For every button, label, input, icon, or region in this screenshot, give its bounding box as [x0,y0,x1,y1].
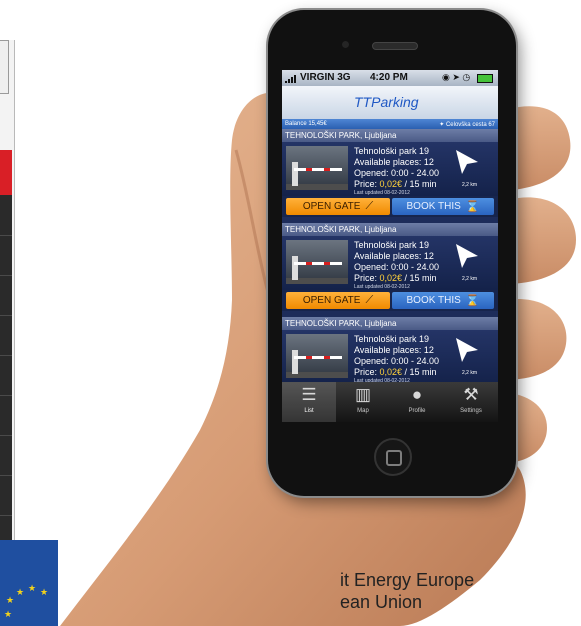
profile-icon: ● [411,385,423,404]
available-places: Available places: 12 [354,345,434,355]
location-text: Celovška cesta 67 [445,122,495,128]
home-button[interactable] [374,438,412,476]
parking-info: Tehnološki park 19 Available places: 12 … [354,334,439,384]
home-square-icon [386,450,402,466]
footer-text-line2: ean Union [340,592,423,612]
parking-card[interactable]: TEHNOLOŠKI PARK, Ljubljana Tehnološki pa… [282,223,498,317]
hourglass-icon: ⌛ [465,201,480,213]
card-header: TEHNOLOŠKI PARK, Ljubljana [282,317,498,330]
parking-name: Tehnološki park 19 [354,240,430,250]
footer-text-line1: it Energy Europe [340,570,475,590]
parking-photo [286,240,348,284]
card-body: Tehnološki park 19 Available places: 12 … [282,142,498,196]
book-this-button[interactable]: BOOK THIS ⌛ [392,292,494,309]
tab-map[interactable]: ▥ Map [336,382,390,422]
opening-hours: Opened: 0:00 - 24.00 [354,262,440,272]
status-time: 4:20 PM [370,72,408,83]
price-value: 0,02€ [379,367,403,377]
available-places: Available places: 12 [354,251,434,261]
price-line: Price: 0,02€ / 15 min [354,367,437,377]
card-body: Tehnološki park 19 Available places: 12 … [282,330,498,384]
current-location: ✦ Celovška cesta 67 [439,122,495,128]
navigation-arrow-icon[interactable] [454,242,480,270]
available-places: Available places: 12 [354,157,434,167]
price-line: Price: 0,02€ / 15 min [354,179,437,189]
book-this-button[interactable]: BOOK THIS ⌛ [392,198,494,215]
tab-list[interactable]: ☰ List [282,382,336,422]
hourglass-icon: ⌛ [465,295,480,307]
open-gate-button[interactable]: OPEN GATE ⟋ [286,292,390,309]
parking-card[interactable]: TEHNOLOŠKI PARK, Ljubljana Tehnološki pa… [282,129,498,223]
card-title: TEHNOLOŠKI PARK, Ljubljana [285,131,397,140]
earpiece-speaker [372,42,418,50]
list-icon: ☰ [301,385,317,404]
price-line: Price: 0,02€ / 15 min [354,273,437,283]
opening-hours: Opened: 0:00 - 24.00 [354,356,440,366]
parking-info: Tehnološki park 19 Available places: 12 … [354,146,439,196]
tab-settings[interactable]: ⚒ Settings [444,382,498,422]
tab-profile[interactable]: ● Profile [390,382,444,422]
wrench-icon: ⚒ [463,385,479,404]
card-title: TEHNOLOŠKI PARK, Ljubljana [285,225,397,234]
status-bar: VIRGIN 3G 4:20 PM ◉ ➤ ◷ [282,70,498,86]
price-value: 0,02€ [379,273,403,283]
price-value: 0,02€ [379,179,403,189]
card-actions: OPEN GATE ⟋ BOOK THIS ⌛ [282,196,498,217]
balance-label: Balance 15,45€ [285,121,327,127]
map-icon: ▥ [354,385,372,404]
carrier-name: VIRGIN 3G [300,72,351,83]
card-actions: OPEN GATE ⟋ BOOK THIS ⌛ [282,290,498,311]
app-logo: TTParking [354,94,419,110]
front-camera [342,41,349,48]
tab-bar: ☰ List ▥ Map ● Profile ⚒ Settings [282,382,498,422]
battery-icon [477,74,493,83]
card-header: TEHNOLOŠKI PARK, Ljubljana [282,129,498,142]
parking-name: Tehnološki park 19 [354,146,430,156]
opening-hours: Opened: 0:00 - 24.00 [354,168,440,178]
parking-info: Tehnološki park 19 Available places: 12 … [354,240,439,290]
card-header: TEHNOLOŠKI PARK, Ljubljana [282,223,498,236]
gate-icon: ⟋ [365,294,374,306]
distance: 2,2 km [462,276,478,282]
distance: 2,2 km [462,370,478,376]
card-body: Tehnološki park 19 Available places: 12 … [282,236,498,290]
navigation-arrow-icon[interactable] [454,148,480,176]
card-title: TEHNOLOŠKI PARK, Ljubljana [285,319,397,328]
navigation-arrow-icon[interactable] [454,336,480,364]
open-gate-button[interactable]: OPEN GATE ⟋ [286,198,390,215]
parking-photo [286,146,348,190]
distance: 2,2 km [462,182,478,188]
status-icons: ◉ ➤ ◷ [442,72,471,82]
app-header: TTParking [282,86,498,119]
signal-icon [285,75,298,83]
info-bar: Balance 15,45€ ✦ Celovška cesta 67 [282,119,498,129]
parking-photo [286,334,348,378]
app-screen: VIRGIN 3G 4:20 PM ◉ ➤ ◷ TTParking Balanc… [282,70,498,422]
gate-icon: ⟋ [365,200,374,212]
parking-name: Tehnološki park 19 [354,334,430,344]
